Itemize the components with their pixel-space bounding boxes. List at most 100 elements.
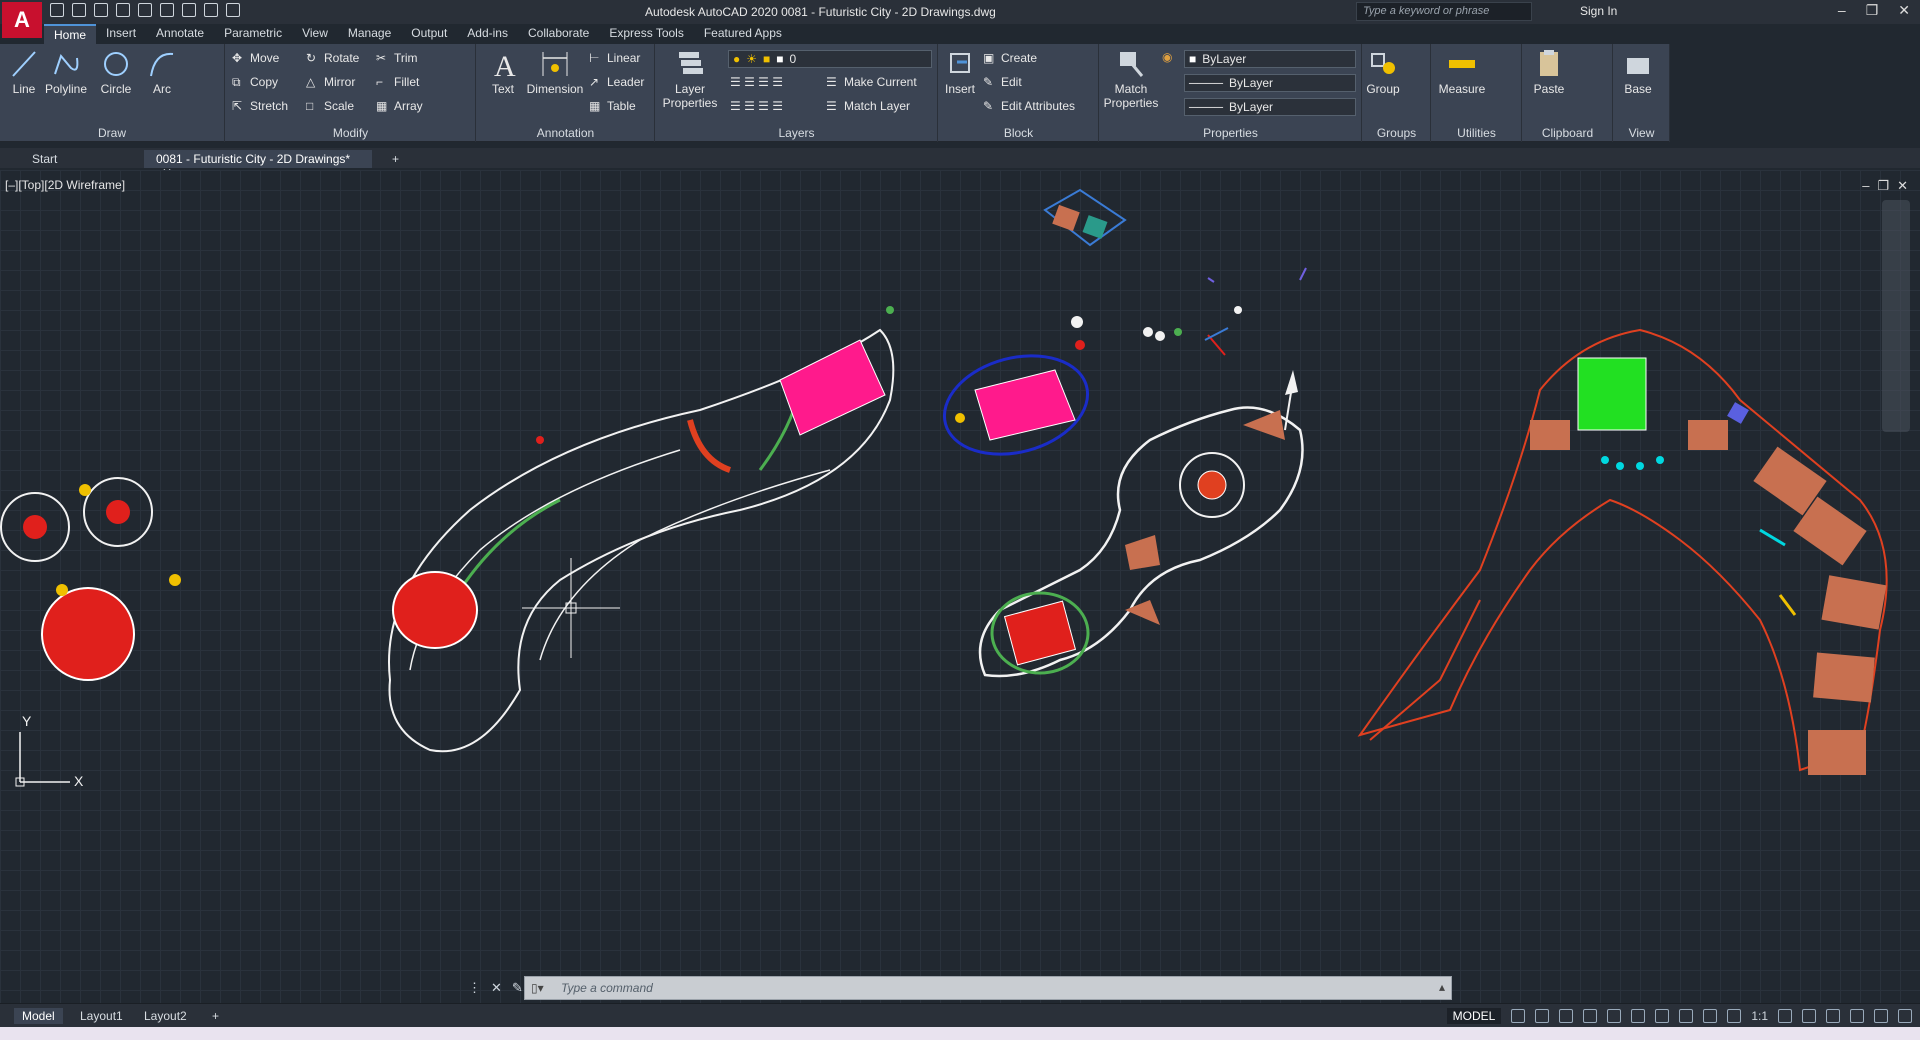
- clipboard-panel-title[interactable]: Clipboard: [1523, 126, 1612, 140]
- match-layer-button[interactable]: ☰ Match Layer: [826, 96, 910, 116]
- sign-in-button[interactable]: Sign In: [1580, 4, 1617, 18]
- layer-dropdown[interactable]: ● ☀ ■ ■ 0: [728, 50, 932, 68]
- restore-icon[interactable]: ❐: [1866, 2, 1879, 19]
- new-icon[interactable]: [50, 3, 64, 17]
- stretch-button[interactable]: ⇱ Stretch: [232, 96, 288, 116]
- tab-model[interactable]: Model: [14, 1008, 63, 1024]
- match-properties-button[interactable]: Match Properties: [1102, 48, 1160, 110]
- tab-featured-apps[interactable]: Featured Apps: [694, 24, 792, 44]
- text-button[interactable]: A Text: [479, 48, 527, 96]
- gear-icon[interactable]: [1778, 1009, 1792, 1023]
- app-menu-button[interactable]: A: [2, 2, 42, 38]
- search-input[interactable]: Type a keyword or phrase: [1356, 2, 1532, 21]
- tab-parametric[interactable]: Parametric: [214, 24, 292, 44]
- move-button[interactable]: ✥ Move: [232, 48, 279, 68]
- add-layout-button[interactable]: +: [204, 1008, 227, 1024]
- group-button[interactable]: Group: [1365, 48, 1401, 96]
- utilities-panel-title[interactable]: Utilities: [1432, 126, 1521, 140]
- scale-button[interactable]: □ Scale: [306, 96, 354, 116]
- save-as-icon[interactable]: [116, 3, 130, 17]
- tab-collaborate[interactable]: Collaborate: [518, 24, 599, 44]
- fullscreen-icon[interactable]: [1874, 1009, 1888, 1023]
- close-command-icon[interactable]: ✕: [491, 980, 502, 996]
- tab-layout1[interactable]: Layout1: [72, 1008, 131, 1024]
- annotation-panel-title[interactable]: Annotation: [477, 126, 654, 140]
- edit-attributes-button[interactable]: ✎ Edit Attributes: [983, 96, 1075, 116]
- line-button[interactable]: Line: [0, 48, 48, 96]
- tab-add-ins[interactable]: Add-ins: [457, 24, 518, 44]
- isodraft-icon[interactable]: [1607, 1009, 1622, 1023]
- units-icon[interactable]: [1826, 1009, 1840, 1023]
- arc-button[interactable]: Arc: [138, 48, 186, 96]
- tab-insert[interactable]: Insert: [96, 24, 146, 44]
- command-line[interactable]: ▯▾ Type a command ▴: [524, 976, 1452, 1000]
- command-history-icon[interactable]: ▯▾: [531, 981, 544, 995]
- close-icon[interactable]: ✕: [1898, 2, 1910, 19]
- object-snap-tracking-icon[interactable]: [1631, 1009, 1646, 1023]
- undo-icon[interactable]: [204, 3, 218, 17]
- fillet-button[interactable]: ⌐ Fillet: [376, 72, 419, 92]
- layers-panel-title[interactable]: Layers: [656, 126, 937, 140]
- grid-icon[interactable]: [1511, 1009, 1526, 1023]
- make-current-button[interactable]: ☰ Make Current: [826, 72, 917, 92]
- table-button[interactable]: ▦ Table: [589, 96, 636, 116]
- open-icon[interactable]: [72, 3, 86, 17]
- auto-scale-icon[interactable]: [1727, 1009, 1742, 1023]
- linetype-dropdown[interactable]: ──── ByLayer: [1184, 74, 1356, 92]
- tab-express-tools[interactable]: Express Tools: [599, 24, 693, 44]
- tab-output[interactable]: Output: [401, 24, 457, 44]
- insert-button[interactable]: Insert: [939, 48, 981, 96]
- hamburger-menu-icon[interactable]: [1898, 1009, 1912, 1023]
- save-icon[interactable]: [94, 3, 108, 17]
- plot-icon[interactable]: [182, 3, 196, 17]
- new-tab-button[interactable]: +: [380, 150, 411, 168]
- snap-icon[interactable]: [1535, 1009, 1550, 1023]
- view-panel-title[interactable]: View: [1614, 126, 1669, 140]
- copy-button[interactable]: ⧉ Copy: [232, 72, 278, 92]
- isolate-objects-icon[interactable]: [1850, 1009, 1864, 1023]
- array-button[interactable]: ▦ Array: [376, 96, 423, 116]
- block-panel-title[interactable]: Block: [939, 126, 1098, 140]
- linear-button[interactable]: ⊢ Linear: [589, 48, 640, 68]
- leader-button[interactable]: ↗ Leader: [589, 72, 644, 92]
- modify-panel-title[interactable]: Modify: [226, 126, 475, 140]
- layer-tools-row2[interactable]: ☰ ☰ ☰ ☰: [730, 96, 783, 116]
- tab-manage[interactable]: Manage: [338, 24, 401, 44]
- customize-icon[interactable]: ✎: [512, 980, 523, 996]
- model-space-button[interactable]: MODEL: [1446, 1008, 1502, 1024]
- lineweight-dropdown[interactable]: ──── ByLayer: [1184, 98, 1356, 116]
- tab-home[interactable]: Home: [44, 24, 97, 44]
- minimize-icon[interactable]: –: [1838, 2, 1846, 19]
- layer-tools-row1[interactable]: ☰ ☰ ☰ ☰: [730, 72, 783, 92]
- trim-button[interactable]: ✂ Trim: [376, 48, 418, 68]
- polyline-button[interactable]: Polyline: [42, 48, 90, 96]
- lineweight-icon[interactable]: [1679, 1009, 1694, 1023]
- tab-active-drawing[interactable]: 0081 - Futuristic City - 2D Drawings* ✕: [144, 150, 372, 180]
- ortho-icon[interactable]: [1559, 1009, 1574, 1023]
- measure-button[interactable]: Measure: [1436, 48, 1488, 96]
- groups-panel-title[interactable]: Groups: [1363, 126, 1430, 140]
- tab-annotate[interactable]: Annotate: [146, 24, 214, 44]
- circle-button[interactable]: Circle: [92, 48, 140, 96]
- base-view-button[interactable]: Base: [1618, 48, 1658, 96]
- tab-view[interactable]: View: [292, 24, 338, 44]
- tab-layout2[interactable]: Layout2: [136, 1008, 195, 1024]
- cloud-open-icon[interactable]: [138, 3, 152, 17]
- expand-history-icon[interactable]: ▴: [1439, 980, 1445, 994]
- drawing-canvas[interactable]: [–][Top][2D Wireframe] – ❐ ✕ Y X: [0, 170, 1920, 1003]
- rotate-button[interactable]: ↻ Rotate: [306, 48, 359, 68]
- polar-icon[interactable]: [1583, 1009, 1598, 1023]
- annotation-visibility-icon[interactable]: [1703, 1009, 1718, 1023]
- create-block-button[interactable]: ▣ Create: [983, 48, 1037, 68]
- color-dropdown[interactable]: ■ ByLayer: [1184, 50, 1356, 68]
- tab-start[interactable]: Start: [20, 150, 140, 168]
- properties-panel-title[interactable]: Properties: [1100, 126, 1361, 140]
- mirror-button[interactable]: △ Mirror: [306, 72, 355, 92]
- edit-block-button[interactable]: ✎ Edit: [983, 72, 1022, 92]
- dimension-button[interactable]: Dimension: [523, 48, 587, 96]
- cloud-save-icon[interactable]: [160, 3, 174, 17]
- command-input[interactable]: Type a command: [561, 981, 653, 995]
- plus-icon[interactable]: [1802, 1009, 1816, 1023]
- object-snap-icon[interactable]: [1655, 1009, 1670, 1023]
- paste-button[interactable]: Paste: [1527, 48, 1571, 96]
